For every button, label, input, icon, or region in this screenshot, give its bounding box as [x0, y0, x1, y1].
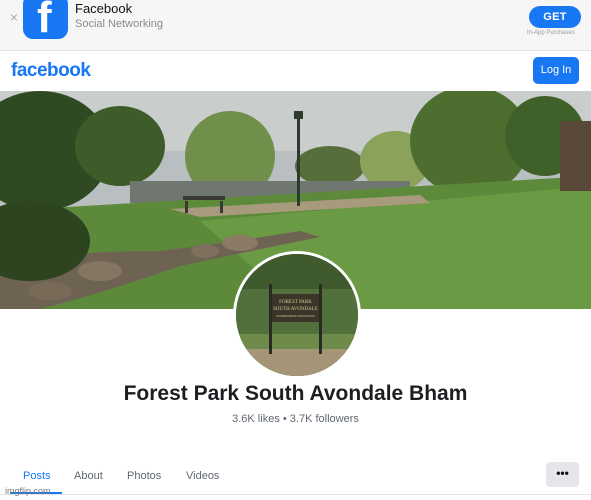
divider — [0, 494, 591, 495]
sign-photo: FOREST PARK SOUTH AVONDALE NEIGHBORHOOD … — [236, 254, 358, 376]
profile-picture[interactable]: FOREST PARK SOUTH AVONDALE NEIGHBORHOOD … — [233, 251, 361, 379]
facebook-header: facebook Log In — [0, 51, 591, 91]
close-icon[interactable]: × — [7, 10, 21, 24]
facebook-f-icon: f — [37, 0, 52, 39]
tab-about[interactable]: About — [74, 470, 103, 482]
tab-videos[interactable]: Videos — [186, 470, 219, 482]
login-button[interactable]: Log In — [533, 57, 579, 84]
facebook-logo[interactable]: facebook — [11, 60, 91, 82]
app-name: Facebook — [75, 1, 133, 16]
get-button[interactable]: GET — [529, 6, 581, 28]
sign-text-line3: NEIGHBORHOOD ASSOCIATION — [276, 315, 315, 318]
tab-photos[interactable]: Photos — [127, 470, 161, 482]
sign-text-line2: SOUTH AVONDALE — [273, 307, 318, 312]
more-options-button[interactable]: ••• — [546, 462, 579, 487]
app-store-banner: × f Facebook Social Networking GET In-Ap… — [0, 0, 591, 51]
page-title: Forest Park South Avondale Bham — [123, 382, 468, 405]
app-category: Social Networking — [75, 18, 164, 30]
facebook-app-icon: f — [23, 0, 68, 39]
sign-text-line1: FOREST PARK — [279, 300, 312, 305]
page-tabs: Posts About Photos Videos ••• — [0, 462, 591, 494]
tab-posts[interactable]: Posts — [23, 470, 51, 482]
watermark: imgflip.com — [5, 486, 51, 496]
page-stats: 3.6K likes • 3.7K followers — [232, 413, 359, 425]
in-app-purchases-label: In-App Purchases — [527, 30, 575, 36]
